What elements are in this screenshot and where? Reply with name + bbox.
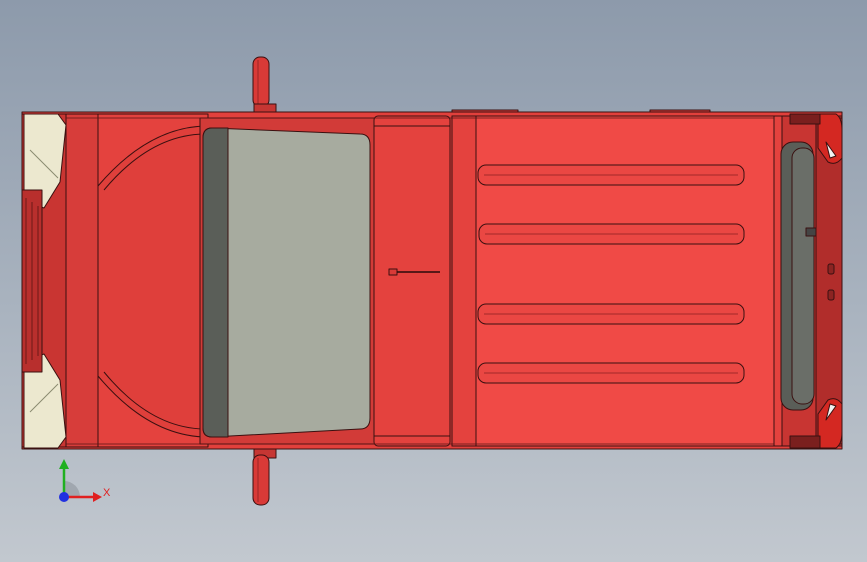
vehicle-body[interactable] bbox=[21, 111, 843, 450]
roof-rib-4 bbox=[477, 362, 745, 384]
vehicle-model[interactable] bbox=[0, 0, 867, 562]
graphics-viewport[interactable]: X bbox=[0, 0, 867, 562]
x-axis-label: X bbox=[103, 487, 111, 499]
front-grille bbox=[21, 189, 43, 373]
mirror-bottom[interactable] bbox=[252, 447, 277, 506]
roof-rib-1 bbox=[477, 164, 745, 186]
mirror-top[interactable] bbox=[252, 56, 277, 115]
roof-rib-3 bbox=[477, 303, 745, 325]
coordinate-triad: X bbox=[40, 455, 120, 515]
z-axis-dot bbox=[59, 492, 69, 502]
rear-window bbox=[780, 141, 815, 411]
roof-rib-2 bbox=[478, 223, 745, 245]
windshield bbox=[202, 127, 371, 438]
